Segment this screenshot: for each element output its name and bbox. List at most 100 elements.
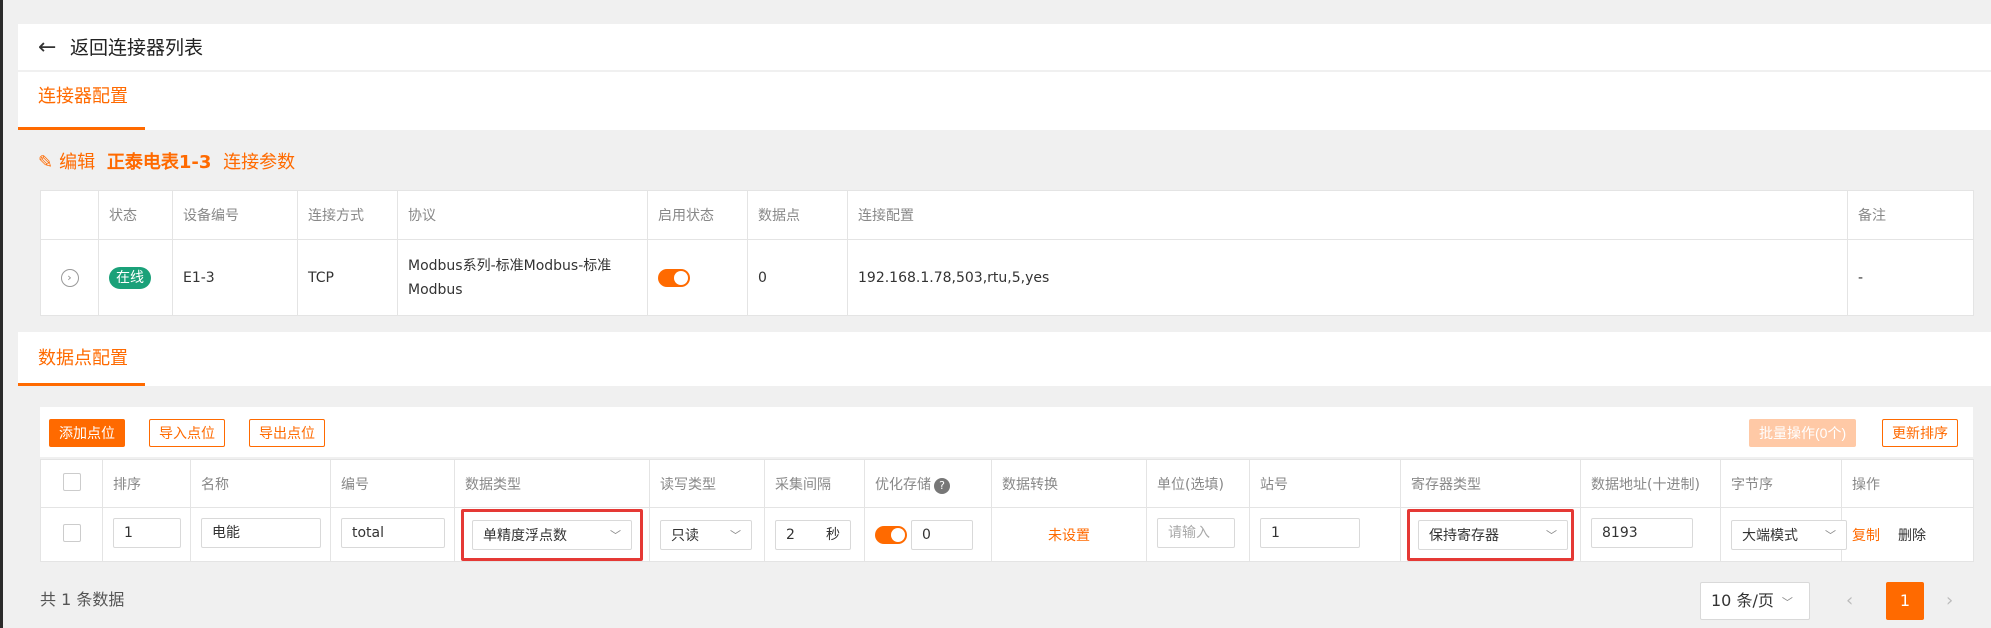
copy-link[interactable]: 复制 [1852,528,1880,544]
register-type-value: 保持寄存器 [1429,527,1499,544]
col-protocol: 协议 [397,190,648,240]
import-points-button[interactable]: 导入点位 [149,419,225,447]
back-link[interactable]: 返回连接器列表 [70,34,203,62]
optimize-toggle[interactable] [875,525,907,544]
station-input[interactable]: 1 [1260,517,1360,548]
back-bar [18,24,1991,70]
name-input[interactable]: 电能 [201,517,321,548]
col-conversion: 数据转换 [991,459,1147,508]
col-byte-order: 字节序 [1720,459,1842,508]
connection-cell: TCP [297,239,398,316]
remark-cell: - [1847,239,1974,316]
unit-input[interactable]: 请输入 [1157,517,1235,548]
interval-value: 2 [786,526,795,543]
config-cell: 192.168.1.78,503,rtu,5,yes [847,239,1848,316]
edit-label: 编辑 [59,152,96,173]
address-input[interactable]: 8193 [1591,517,1693,548]
edit-suffix: 连接参数 [223,152,296,173]
address-cell: 8193 [1580,507,1721,562]
protocol-cell: Modbus系列-标准Modbus-标准Modbus [397,239,648,316]
col-connection: 连接方式 [297,190,398,240]
points-tab-bar [18,332,1991,386]
current-page[interactable]: 1 [1886,582,1924,620]
col-device-id: 设备编号 [172,190,298,240]
tab-connector-config[interactable]: 连接器配置 [38,84,128,110]
total-count: 共 1 条数据 [40,590,125,609]
name-cell: 电能 [190,507,331,562]
col-optimize-label: 优化存储 [875,476,931,493]
expand-row-icon[interactable]: › [60,268,79,287]
col-enabled: 启用状态 [647,190,748,240]
chevron-down-icon: ﹀ [1781,596,1793,609]
col-register-type: 寄存器类型 [1400,459,1581,508]
page-size-value: 10 条/页 [1711,591,1774,610]
connector-table: 状态 设备编号 连接方式 协议 启用状态 数据点 连接配置 备注 › 在线 E1… [40,190,1974,316]
optimize-input[interactable]: 0 [911,519,973,550]
col-rw-type: 读写类型 [649,459,765,508]
interval-input[interactable]: 2秒 [775,519,851,550]
register-type-select[interactable]: 保持寄存器 ﹀ [1418,519,1568,550]
connector-table-header: 状态 设备编号 连接方式 协议 启用状态 数据点 连接配置 备注 [40,190,1974,240]
col-address: 数据地址(十进制) [1580,459,1721,508]
next-page-icon[interactable]: › [1946,582,1953,620]
tab-points-config[interactable]: 数据点配置 [38,346,128,372]
byte-order-value: 大端模式 [1742,527,1798,544]
conversion-link[interactable]: 未设置 [1048,528,1090,544]
status-badge: 在线 [109,266,151,289]
col-name: 名称 [190,459,331,508]
add-point-button[interactable]: 添加点位 [49,419,125,447]
interval-cell: 2秒 [764,507,865,562]
device-name: 正泰电表1-3 [106,152,212,173]
status-cell: 在线 [98,239,173,316]
interval-unit: 秒 [826,526,840,543]
export-points-button[interactable]: 导出点位 [249,419,325,447]
expand-header [40,190,99,240]
select-all-checkbox[interactable] [62,472,81,491]
byte-order-select[interactable]: 大端模式 ﹀ [1731,519,1847,550]
col-unit: 单位(选填) [1146,459,1250,508]
register-type-highlight: 保持寄存器 ﹀ [1407,508,1574,561]
pencil-icon: ✎ [38,152,54,173]
batch-operation-button[interactable]: 批量操作(0个) [1749,419,1857,447]
page-size-select[interactable]: 10 条/页 ﹀ [1700,582,1810,620]
data-type-value: 单精度浮点数 [483,527,567,544]
station-cell: 1 [1249,507,1401,562]
enabled-cell [647,239,748,316]
data-type-highlight: 单精度浮点数 ﹀ [461,508,643,561]
enabled-toggle[interactable] [658,268,690,287]
connector-tab-bar [18,72,1991,130]
tab-active-indicator [18,127,145,130]
delete-link[interactable]: 删除 [1898,528,1926,544]
col-station: 站号 [1249,459,1401,508]
data-type-select[interactable]: 单精度浮点数 ﹀ [472,519,632,550]
row-checkbox[interactable] [62,523,81,542]
code-cell: total [330,507,455,562]
pagination-bar [18,578,1991,628]
window-edge [0,0,3,628]
col-code: 编号 [330,459,455,508]
chevron-down-icon: ﹀ [730,528,741,542]
expand-cell: › [40,239,99,316]
chevron-down-icon: ﹀ [1546,528,1557,542]
chevron-down-icon: ﹀ [1825,528,1836,542]
col-interval: 采集间隔 [764,459,865,508]
col-data-type: 数据类型 [454,459,650,508]
prev-page-icon[interactable]: ‹ [1846,582,1853,620]
register-type-cell: 保持寄存器 ﹀ [1400,507,1581,562]
help-icon[interactable]: ? [934,477,950,494]
order-cell: 1 [102,507,191,562]
actions-cell: 复制 删除 [1841,507,1974,562]
points-cell: 0 [747,239,848,316]
back-arrow-icon[interactable]: ← [38,34,56,62]
col-order: 排序 [102,459,191,508]
col-points: 数据点 [747,190,848,240]
points-table: 排序 名称 编号 数据类型 读写类型 采集间隔 优化存储? 数据转换 单位(选填… [40,459,1974,562]
rw-type-select[interactable]: 只读 ﹀ [660,519,752,550]
order-input[interactable]: 1 [113,517,181,548]
code-input[interactable]: total [341,517,445,548]
points-toolbar [40,407,1973,457]
table-row: › 在线 E1-3 TCP Modbus系列-标准Modbus-标准Modbus… [40,239,1974,316]
update-order-button[interactable]: 更新排序 [1882,419,1958,447]
unit-cell: 请输入 [1146,507,1250,562]
chevron-down-icon: ﹀ [610,528,621,542]
